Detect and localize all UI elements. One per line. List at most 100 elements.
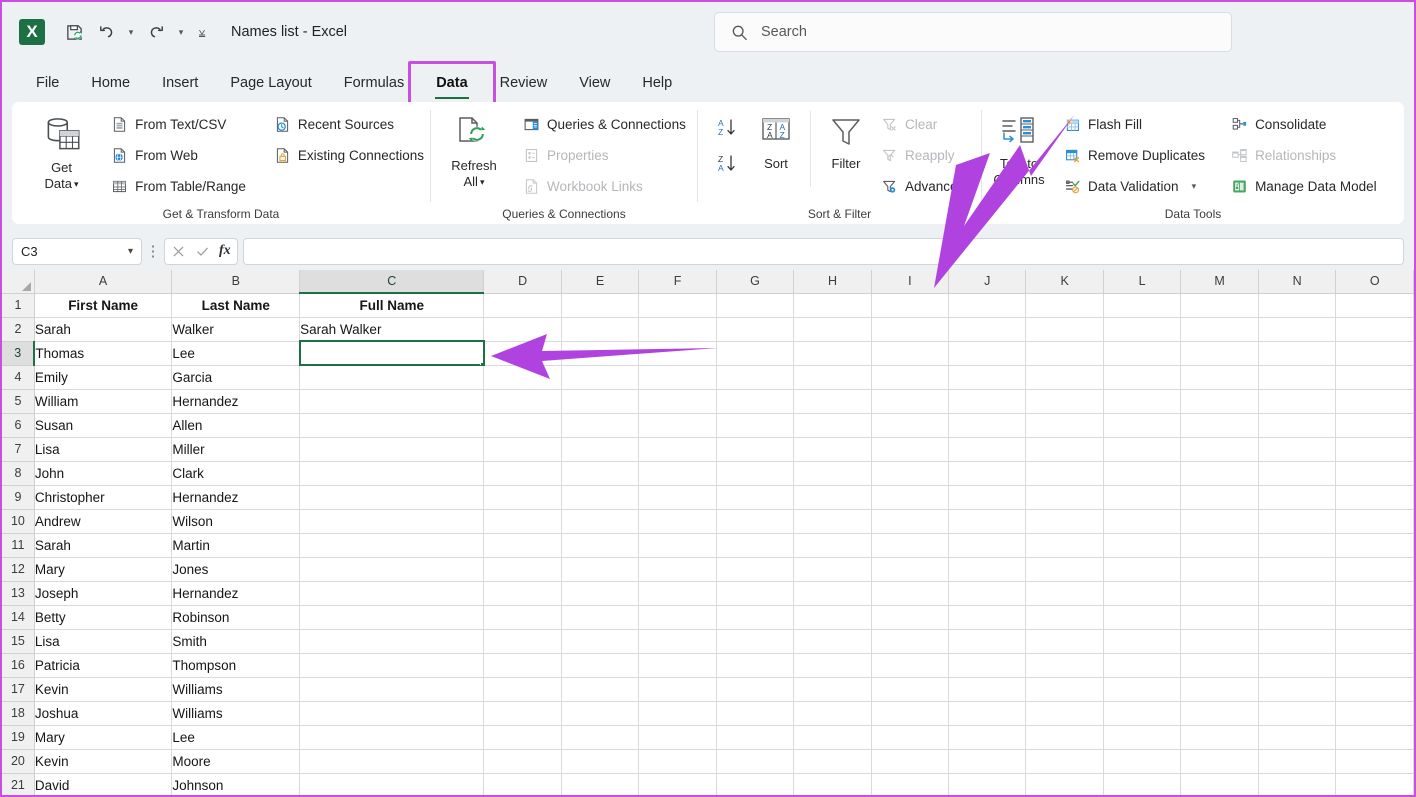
column-header-H[interactable]: H	[794, 270, 871, 293]
advanced-filter-button[interactable]: Advanced	[875, 171, 971, 201]
row-header-19[interactable]: 19	[2, 725, 34, 749]
cell-B16[interactable]: Thompson	[172, 653, 300, 677]
from-table-range-button[interactable]: From Table/Range	[105, 171, 252, 201]
cell-H7[interactable]	[794, 437, 871, 461]
cell-F20[interactable]	[639, 749, 716, 773]
cell-G10[interactable]	[716, 509, 794, 533]
cell-I13[interactable]	[871, 581, 948, 605]
cell-I6[interactable]	[871, 413, 948, 437]
cell-J15[interactable]	[949, 629, 1026, 653]
cell-H20[interactable]	[794, 749, 871, 773]
data-validation-chevron-down-icon[interactable]: ▾	[1192, 181, 1197, 192]
cell-O14[interactable]	[1336, 605, 1414, 629]
cell-E3[interactable]	[561, 341, 638, 365]
cell-C20[interactable]	[300, 749, 484, 773]
column-header-C[interactable]: C	[300, 270, 484, 293]
cell-H14[interactable]	[794, 605, 871, 629]
cell-D20[interactable]	[484, 749, 561, 773]
cell-B18[interactable]: Williams	[172, 701, 300, 725]
cell-L5[interactable]	[1103, 389, 1180, 413]
cell-F17[interactable]	[639, 677, 716, 701]
cell-C9[interactable]	[300, 485, 484, 509]
cell-M5[interactable]	[1181, 389, 1259, 413]
cell-O17[interactable]	[1336, 677, 1414, 701]
cell-B19[interactable]: Lee	[172, 725, 300, 749]
formula-input[interactable]	[243, 238, 1404, 265]
cell-E11[interactable]	[561, 533, 638, 557]
column-header-N[interactable]: N	[1258, 270, 1335, 293]
cell-C3[interactable]	[300, 341, 484, 365]
cell-K8[interactable]	[1026, 461, 1103, 485]
cell-L3[interactable]	[1103, 341, 1180, 365]
cell-N14[interactable]	[1258, 605, 1335, 629]
row-header-3[interactable]: 3	[2, 341, 34, 365]
cell-A11[interactable]: Sarah	[34, 533, 172, 557]
cell-N12[interactable]	[1258, 557, 1335, 581]
cell-L19[interactable]	[1103, 725, 1180, 749]
row-header-2[interactable]: 2	[2, 317, 34, 341]
cell-A18[interactable]: Joshua	[34, 701, 172, 725]
cell-F2[interactable]	[639, 317, 716, 341]
cell-A20[interactable]: Kevin	[34, 749, 172, 773]
cell-J7[interactable]	[949, 437, 1026, 461]
filter-button[interactable]: Filter	[819, 109, 873, 172]
cell-O3[interactable]	[1336, 341, 1414, 365]
cell-L14[interactable]	[1103, 605, 1180, 629]
cell-L11[interactable]	[1103, 533, 1180, 557]
refresh-all-button[interactable]: Refresh All▾	[437, 109, 511, 190]
cell-J18[interactable]	[949, 701, 1026, 725]
row-header-12[interactable]: 12	[2, 557, 34, 581]
cell-K16[interactable]	[1026, 653, 1103, 677]
cell-A4[interactable]: Emily	[34, 365, 172, 389]
cell-B9[interactable]: Hernandez	[172, 485, 300, 509]
cell-I17[interactable]	[871, 677, 948, 701]
cell-H15[interactable]	[794, 629, 871, 653]
cell-F11[interactable]	[639, 533, 716, 557]
cell-A12[interactable]: Mary	[34, 557, 172, 581]
cell-E2[interactable]	[561, 317, 638, 341]
cell-C21[interactable]	[300, 773, 484, 795]
cell-I3[interactable]	[871, 341, 948, 365]
row-header-14[interactable]: 14	[2, 605, 34, 629]
cell-B12[interactable]: Jones	[172, 557, 300, 581]
cell-O21[interactable]	[1336, 773, 1414, 795]
cell-A3[interactable]: Thomas	[34, 341, 172, 365]
cell-G17[interactable]	[716, 677, 794, 701]
cell-M3[interactable]	[1181, 341, 1259, 365]
cell-F15[interactable]	[639, 629, 716, 653]
cell-N15[interactable]	[1258, 629, 1335, 653]
cell-F13[interactable]	[639, 581, 716, 605]
cell-M4[interactable]	[1181, 365, 1259, 389]
cell-D3[interactable]	[484, 341, 561, 365]
cell-K1[interactable]	[1026, 293, 1103, 317]
customize-quick-access-chevron-icon[interactable]: ⩣	[191, 17, 213, 47]
cell-C13[interactable]	[300, 581, 484, 605]
cell-C6[interactable]	[300, 413, 484, 437]
insert-function-fx-label[interactable]: fx	[219, 243, 231, 259]
cell-O10[interactable]	[1336, 509, 1414, 533]
cell-J14[interactable]	[949, 605, 1026, 629]
cell-B17[interactable]: Williams	[172, 677, 300, 701]
cell-J1[interactable]	[949, 293, 1026, 317]
column-header-F[interactable]: F	[639, 270, 716, 293]
cell-B6[interactable]: Allen	[172, 413, 300, 437]
cell-H12[interactable]	[794, 557, 871, 581]
cell-A19[interactable]: Mary	[34, 725, 172, 749]
cell-M7[interactable]	[1181, 437, 1259, 461]
cell-I18[interactable]	[871, 701, 948, 725]
cell-J13[interactable]	[949, 581, 1026, 605]
remove-duplicates-button[interactable]: Remove Duplicates	[1058, 140, 1211, 170]
cell-M12[interactable]	[1181, 557, 1259, 581]
column-header-B[interactable]: B	[172, 270, 300, 293]
cell-A6[interactable]: Susan	[34, 413, 172, 437]
cell-E4[interactable]	[561, 365, 638, 389]
row-header-4[interactable]: 4	[2, 365, 34, 389]
cell-M9[interactable]	[1181, 485, 1259, 509]
cell-D14[interactable]	[484, 605, 561, 629]
cell-H5[interactable]	[794, 389, 871, 413]
row-header-7[interactable]: 7	[2, 437, 34, 461]
cell-B5[interactable]: Hernandez	[172, 389, 300, 413]
enter-check-icon[interactable]	[195, 244, 210, 259]
cell-M6[interactable]	[1181, 413, 1259, 437]
cell-D11[interactable]	[484, 533, 561, 557]
